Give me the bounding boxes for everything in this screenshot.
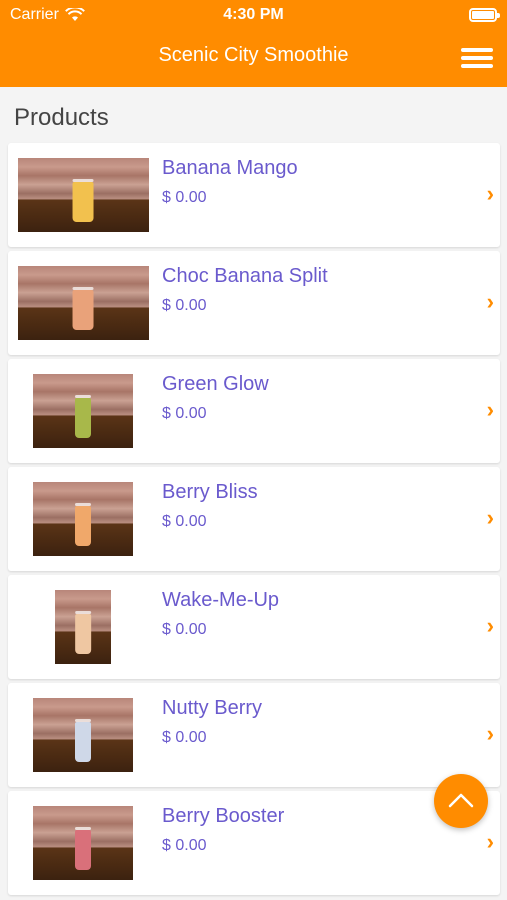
product-name: Banana Mango bbox=[162, 157, 298, 179]
product-item-banana-mango[interactable]: Banana Mango $ 0.00 › bbox=[8, 143, 500, 247]
product-name: Berry Booster bbox=[162, 805, 285, 827]
product-price: $ 0.00 bbox=[162, 405, 207, 422]
chevron-right-icon: › bbox=[486, 613, 494, 638]
top-bar: Carrier 4:30 PM Scenic City Smoothie bbox=[0, 0, 507, 87]
product-price: $ 0.00 bbox=[162, 189, 207, 206]
product-item-berry-booster[interactable]: Berry Booster $ 0.00 › bbox=[8, 791, 500, 895]
product-image bbox=[55, 590, 111, 664]
chevron-up-icon bbox=[448, 793, 474, 808]
product-price: $ 0.00 bbox=[162, 729, 207, 746]
product-item-choc-banana-split[interactable]: Choc Banana Split $ 0.00 › bbox=[8, 251, 500, 355]
cup-graphic bbox=[75, 395, 91, 438]
scroll-to-top-button[interactable] bbox=[434, 774, 488, 828]
battery-icon bbox=[469, 8, 500, 22]
product-name: Nutty Berry bbox=[162, 697, 263, 719]
chevron-right-icon: › bbox=[486, 505, 494, 530]
hamburger-menu-icon[interactable] bbox=[461, 46, 493, 70]
product-item-green-glow[interactable]: Green Glow $ 0.00 › bbox=[8, 359, 500, 463]
product-price: $ 0.00 bbox=[162, 297, 207, 314]
cup-graphic bbox=[75, 827, 91, 870]
app-title: Scenic City Smoothie bbox=[158, 44, 349, 66]
status-bar: Carrier 4:30 PM bbox=[0, 0, 507, 30]
cup-graphic bbox=[75, 719, 91, 762]
chevron-right-icon: › bbox=[486, 181, 494, 206]
product-image bbox=[33, 374, 133, 448]
chevron-right-icon: › bbox=[486, 397, 494, 422]
product-item-wake-me-up[interactable]: Wake-Me-Up $ 0.00 › bbox=[8, 575, 500, 679]
product-image bbox=[33, 806, 133, 880]
status-time: 4:30 PM bbox=[223, 6, 284, 23]
page-title: Products bbox=[14, 104, 109, 131]
cup-graphic bbox=[72, 179, 94, 222]
product-name: Berry Bliss bbox=[162, 481, 258, 503]
product-image bbox=[33, 698, 133, 772]
chevron-right-icon: › bbox=[486, 721, 494, 746]
product-list: Banana Mango $ 0.00 › Choc Banana Split … bbox=[8, 143, 500, 899]
product-item-berry-bliss[interactable]: Berry Bliss $ 0.00 › bbox=[8, 467, 500, 571]
product-price: $ 0.00 bbox=[162, 513, 207, 530]
chevron-right-icon: › bbox=[486, 829, 494, 854]
product-price: $ 0.00 bbox=[162, 621, 207, 638]
product-item-nutty-berry[interactable]: Nutty Berry $ 0.00 › bbox=[8, 683, 500, 787]
cup-graphic bbox=[75, 503, 91, 546]
product-image bbox=[17, 158, 149, 232]
chevron-right-icon: › bbox=[486, 289, 494, 314]
cup-graphic bbox=[75, 611, 91, 654]
product-image bbox=[33, 482, 133, 556]
product-name: Choc Banana Split bbox=[162, 265, 328, 287]
product-image bbox=[17, 266, 149, 340]
cup-graphic bbox=[72, 287, 94, 330]
product-name: Wake-Me-Up bbox=[162, 589, 280, 611]
product-price: $ 0.00 bbox=[162, 837, 207, 854]
product-name: Green Glow bbox=[162, 373, 269, 395]
